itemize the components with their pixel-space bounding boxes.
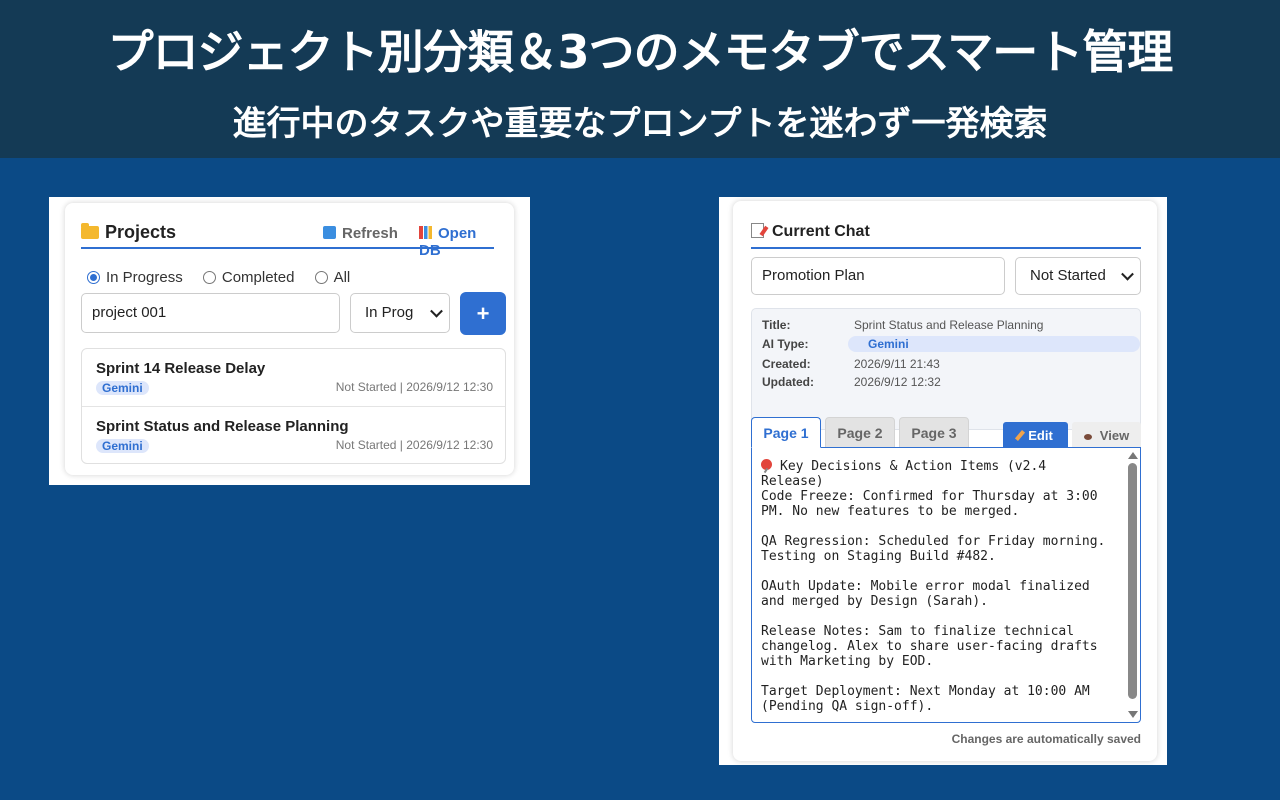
filter-label: In Progress bbox=[106, 269, 183, 286]
info-created-value: 2026/9/11 21:43 bbox=[854, 357, 940, 371]
pencil-icon bbox=[1015, 430, 1026, 441]
list-item[interactable]: Sprint Status and Release Planning Gemin… bbox=[82, 406, 505, 464]
add-project-button[interactable]: + bbox=[460, 292, 506, 335]
tab-page-2[interactable]: Page 2 bbox=[825, 417, 895, 448]
autosave-note: Changes are automatically saved bbox=[951, 732, 1141, 746]
ai-type-badge: Gemini bbox=[96, 381, 149, 395]
new-project-input[interactable]: project 001 bbox=[81, 293, 340, 333]
scroll-up-icon[interactable] bbox=[1128, 452, 1138, 459]
radio-icon bbox=[202, 271, 216, 284]
filter-in-progress[interactable]: In Progress bbox=[87, 269, 183, 286]
info-created-label: Created: bbox=[762, 357, 811, 371]
scroll-down-icon[interactable] bbox=[1128, 711, 1138, 718]
current-chat-screenshot: Current Chat Promotion Plan Not Started … bbox=[719, 197, 1167, 765]
projects-screenshot: Projects Refresh Open DB In Progress Com… bbox=[49, 197, 530, 485]
edit-mode-button[interactable]: Edit bbox=[1003, 422, 1068, 449]
memo-editor[interactable]: Key Decisions & Action Items (v2.4 Relea… bbox=[751, 447, 1141, 723]
project-meta: Not Started | 2026/9/12 12:30 bbox=[335, 438, 493, 452]
chat-project-value: Promotion Plan bbox=[762, 267, 865, 284]
folder-icon bbox=[81, 223, 99, 239]
promo-banner: プロジェクト別分類＆3つのメモタブでスマート管理 進行中のタスクや重要なプロンプ… bbox=[0, 0, 1280, 158]
add-project-label: + bbox=[476, 301, 490, 326]
banner-headline: プロジェクト別分類＆3つのメモタブでスマート管理 bbox=[107, 25, 1174, 79]
memo-icon bbox=[751, 223, 764, 238]
current-chat-title-text: Current Chat bbox=[772, 223, 870, 240]
refresh-icon bbox=[323, 226, 336, 239]
filter-completed[interactable]: Completed bbox=[202, 269, 295, 286]
scroll-thumb[interactable] bbox=[1128, 463, 1137, 699]
current-chat-title: Current Chat bbox=[751, 223, 870, 241]
edit-label: Edit bbox=[1028, 428, 1053, 443]
refresh-label: Refresh bbox=[342, 225, 398, 242]
open-db-button[interactable]: Open DB bbox=[419, 225, 494, 259]
projects-title-text: Projects bbox=[105, 222, 177, 242]
filter-label: All bbox=[333, 269, 351, 286]
eye-icon bbox=[1083, 434, 1092, 440]
pin-icon bbox=[761, 459, 772, 470]
info-updated-value: 2026/9/12 12:32 bbox=[854, 375, 941, 389]
list-item[interactable]: Sprint 14 Release Delay Gemini Not Start… bbox=[82, 349, 505, 406]
memo-body: Code Freeze: Confirmed for Thursday at 3… bbox=[761, 489, 1106, 714]
current-chat-header: Current Chat bbox=[751, 215, 1141, 249]
refresh-button[interactable]: Refresh bbox=[323, 225, 398, 242]
projects-card: Projects Refresh Open DB In Progress Com… bbox=[65, 203, 514, 475]
view-mode-button[interactable]: View bbox=[1072, 422, 1141, 449]
project-meta: Not Started | 2026/9/12 12:30 bbox=[335, 380, 493, 394]
chat-info-box: Title: Sprint Status and Release Plannin… bbox=[751, 308, 1141, 430]
project-status-value: In Prog bbox=[365, 304, 414, 321]
radio-icon bbox=[314, 271, 328, 284]
project-status-select[interactable]: In Prog bbox=[350, 293, 450, 333]
ai-type-badge: Gemini bbox=[848, 336, 1140, 352]
chat-project-input[interactable]: Promotion Plan bbox=[751, 257, 1005, 295]
chat-status-select[interactable]: Not Started bbox=[1015, 257, 1141, 295]
projects-title: Projects bbox=[81, 222, 176, 243]
tab-page-1[interactable]: Page 1 bbox=[751, 417, 821, 448]
filter-all[interactable]: All bbox=[314, 269, 351, 286]
ai-type-badge: Gemini bbox=[96, 439, 149, 453]
banner-subheadline: 進行中のタスクや重要なプロンプトを迷わず一発検索 bbox=[232, 104, 1048, 144]
radio-icon bbox=[87, 271, 100, 284]
filter-label: Completed bbox=[221, 269, 295, 286]
chart-icon bbox=[419, 226, 432, 239]
chat-status-value: Not Started bbox=[1030, 267, 1106, 284]
chevron-down-icon bbox=[430, 304, 443, 318]
project-name: Sprint 14 Release Delay bbox=[96, 360, 266, 377]
info-title-label: Title: bbox=[762, 318, 791, 332]
new-project-input-value: project 001 bbox=[92, 304, 167, 321]
memo-heading: Key Decisions & Action Items (v2.4 Relea… bbox=[761, 459, 1054, 489]
project-name: Sprint Status and Release Planning bbox=[96, 418, 349, 435]
view-label: View bbox=[1099, 428, 1130, 443]
info-title-value: Sprint Status and Release Planning bbox=[854, 318, 1044, 332]
chevron-down-icon bbox=[1121, 267, 1134, 281]
memo-scrollbar[interactable] bbox=[1127, 452, 1138, 718]
tab-page-3[interactable]: Page 3 bbox=[899, 417, 969, 448]
current-chat-card: Current Chat Promotion Plan Not Started … bbox=[733, 201, 1157, 761]
info-updated-label: Updated: bbox=[762, 375, 814, 389]
status-filter: In Progress Completed All bbox=[87, 269, 366, 286]
projects-header: Projects Refresh Open DB bbox=[81, 217, 494, 259]
memo-content: Key Decisions & Action Items (v2.4 Relea… bbox=[761, 459, 1116, 714]
info-ai-label: AI Type: bbox=[762, 337, 809, 351]
memo-tabs: Page 1 Page 2 Page 3 Edit View bbox=[751, 413, 1141, 449]
project-list: Sprint 14 Release Delay Gemini Not Start… bbox=[81, 348, 506, 464]
